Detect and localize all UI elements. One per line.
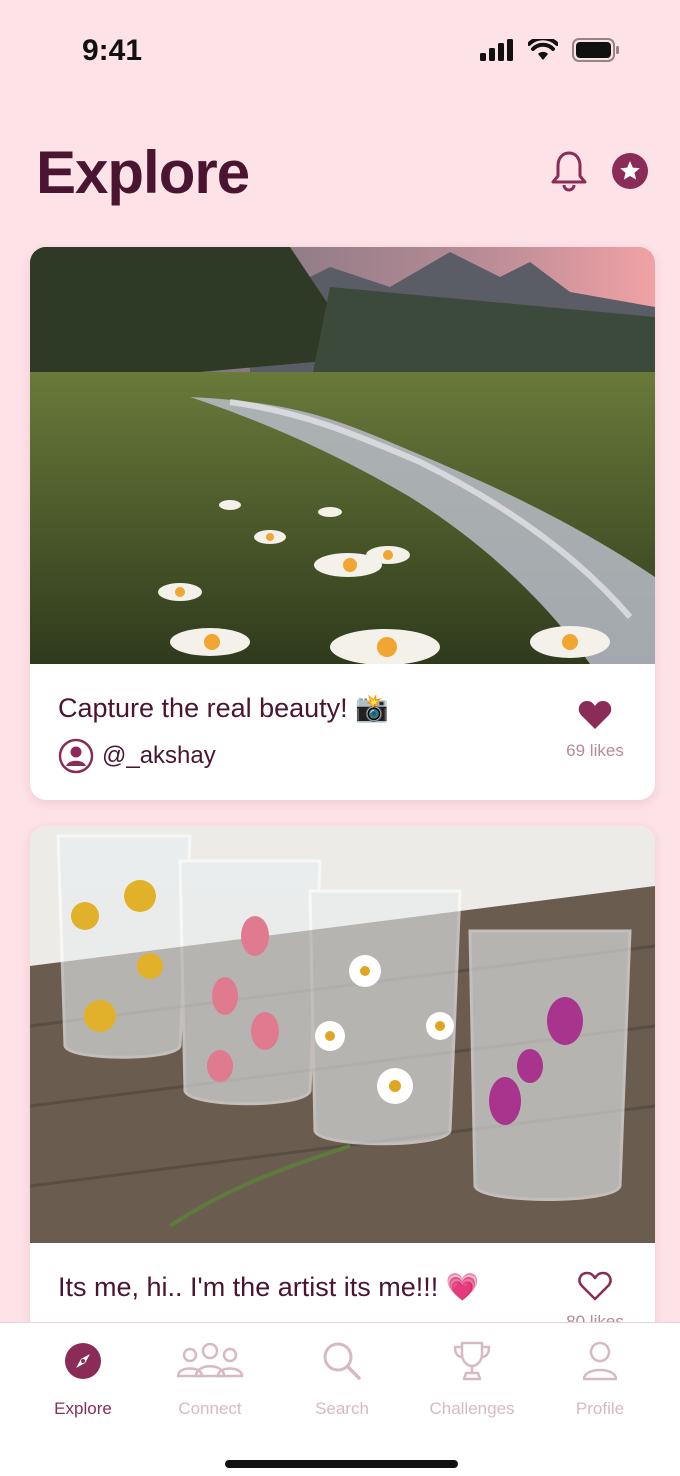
post-card[interactable]: Its me, hi.. I'm the artist its me!!! 💗 …: [30, 826, 655, 1346]
home-indicator: [225, 1460, 458, 1468]
tab-profile[interactable]: Profile: [532, 1337, 668, 1419]
search-icon: [274, 1337, 410, 1385]
page-title: Explore: [36, 139, 250, 206]
tab-explore[interactable]: Explore: [15, 1337, 151, 1419]
compass-icon: [15, 1337, 151, 1385]
signal-icon: [480, 39, 513, 61]
header-actions: [550, 150, 648, 197]
battery-icon: [572, 38, 619, 62]
post-card[interactable]: Capture the real beauty! 📸 @_akshay 69 l…: [30, 247, 655, 800]
wifi-icon: [528, 39, 558, 60]
user-avatar-icon: [58, 738, 94, 774]
tab-connect[interactable]: Connect: [142, 1337, 278, 1419]
post-image[interactable]: [30, 826, 655, 1243]
post-caption: Capture the real beauty! 📸: [58, 693, 389, 723]
tab-label: Profile: [575, 1399, 625, 1418]
post-body: Capture the real beauty! 📸 @_akshay 69 l…: [30, 664, 655, 800]
status-time: 9:41: [82, 34, 143, 67]
tab-challenges[interactable]: Challenges: [404, 1337, 540, 1419]
heart-filled-icon: [578, 701, 612, 729]
post-caption: Its me, hi.. I'm the artist its me!!! 💗: [58, 1272, 480, 1302]
status-icons: [480, 38, 620, 62]
tab-bar: Explore Connect Search Challenges Profil…: [0, 1322, 680, 1476]
post-author[interactable]: @_akshay: [58, 738, 216, 774]
like-count: 69 likes: [566, 741, 624, 760]
like-button[interactable]: 69 likes: [555, 700, 635, 761]
tab-label: Connect: [178, 1399, 242, 1418]
heart-outline-icon: [578, 1271, 612, 1301]
bell-icon[interactable]: [550, 150, 588, 197]
tab-search[interactable]: Search: [274, 1337, 410, 1419]
tab-label: Search: [315, 1399, 369, 1418]
trophy-icon: [404, 1337, 540, 1385]
person-icon: [532, 1337, 668, 1385]
star-badge-icon[interactable]: [612, 153, 648, 194]
people-icon: [142, 1337, 278, 1385]
post-image[interactable]: [30, 247, 655, 664]
status-bar: 9:41: [0, 0, 680, 100]
author-name: @_akshay: [102, 742, 216, 769]
tab-label: Challenges: [429, 1399, 515, 1418]
tab-label: Explore: [54, 1399, 112, 1418]
